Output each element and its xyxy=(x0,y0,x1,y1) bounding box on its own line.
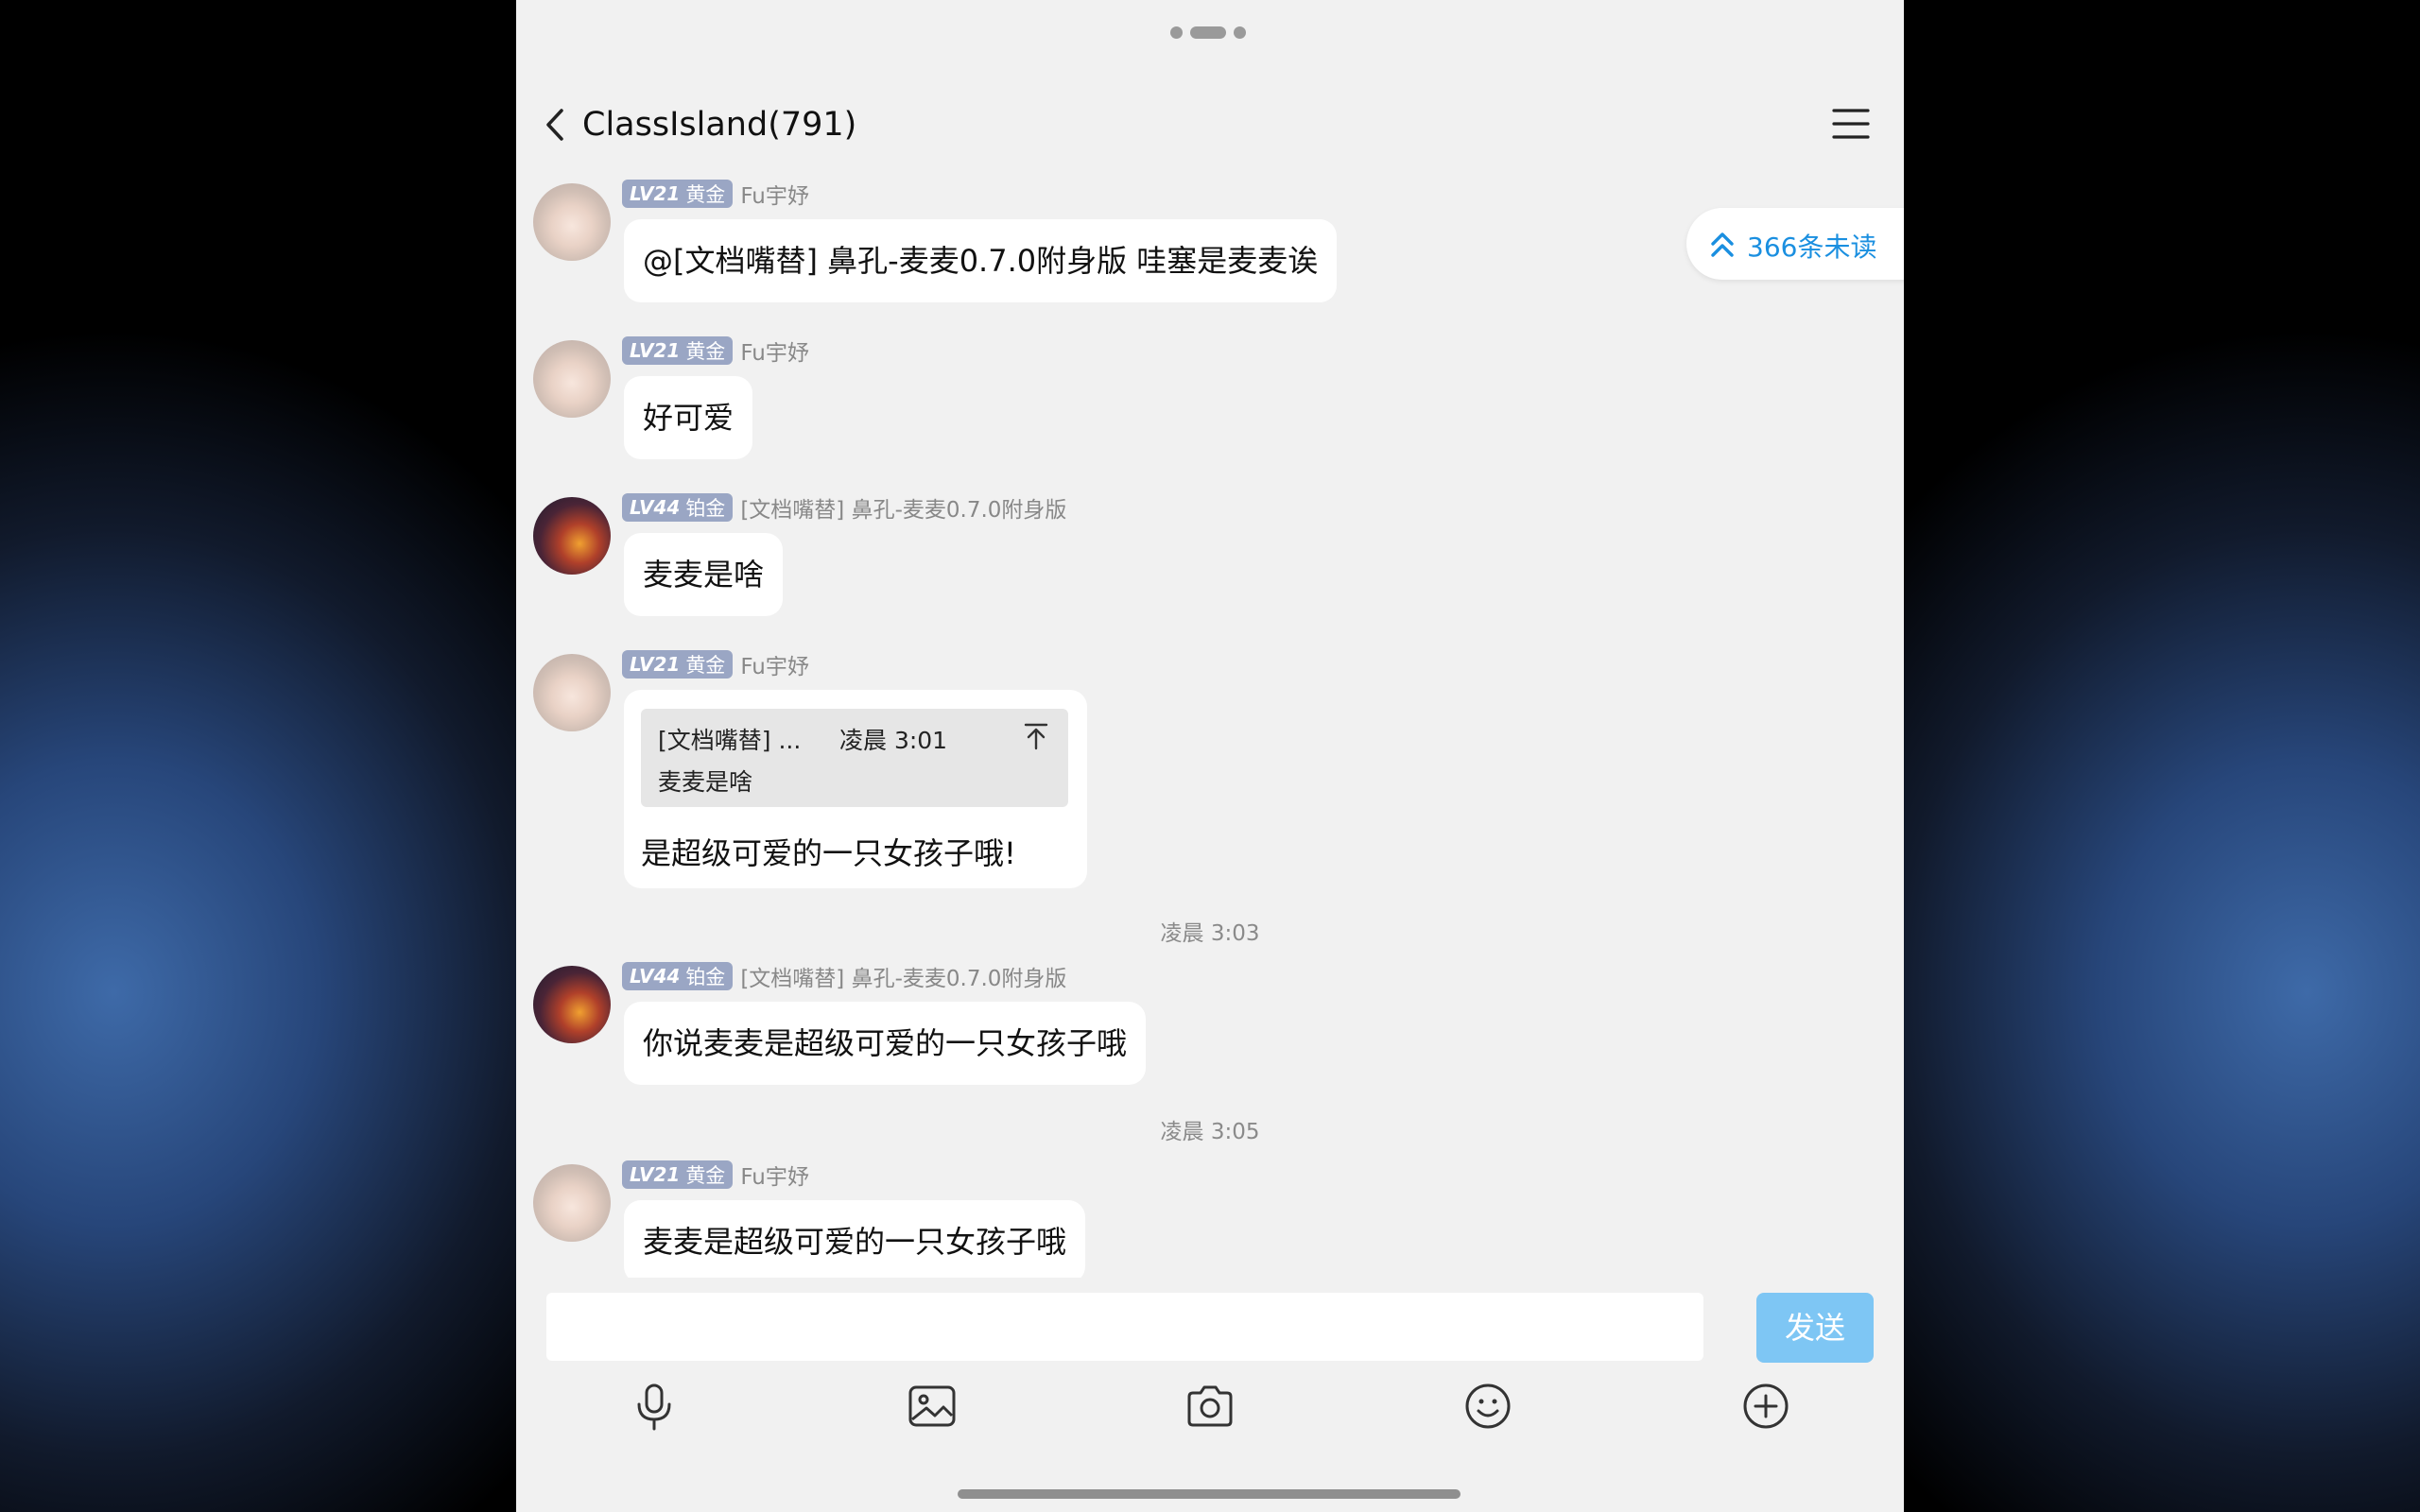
unread-count-label: 366条未读 xyxy=(1747,232,1877,263)
quoted-sender: [文档嘴替] ... xyxy=(658,727,802,754)
sender-name: Fu宇妤 xyxy=(740,1165,809,1190)
reply-text: 是超级可爱的一只女孩子哦! xyxy=(641,835,1016,871)
message-meta: LV44 铂金 [文档嘴替] 鼻孔-麦麦0.7.0附身版 xyxy=(622,960,1066,992)
message-list[interactable]: LV21 黄金 Fu宇妤 @[文档嘴替] 鼻孔-麦麦0.7.0附身版 哇塞是麦麦诶… xyxy=(516,170,1904,1278)
timestamp: 凌晨 3:03 xyxy=(1160,921,1260,946)
send-button[interactable]: 发送 xyxy=(1756,1293,1874,1363)
avatar[interactable] xyxy=(533,183,611,261)
level-badge: LV21 黄金 xyxy=(622,1160,734,1189)
message-meta: LV21 黄金 Fu宇妤 xyxy=(622,335,809,367)
wallpaper-right xyxy=(1904,0,2420,1512)
avatar[interactable] xyxy=(533,654,611,731)
composer: 发送 xyxy=(516,1278,1904,1512)
quoted-text: 麦麦是啥 xyxy=(658,768,753,796)
avatar[interactable] xyxy=(533,1164,611,1242)
message-meta: LV21 黄金 Fu宇妤 xyxy=(622,178,809,210)
message-bubble[interactable]: 麦麦是超级可爱的一只女孩子哦 xyxy=(624,1200,1086,1278)
sender-name: Fu宇妤 xyxy=(740,184,809,209)
message-meta: LV21 黄金 Fu宇妤 xyxy=(622,1159,809,1191)
message-meta: LV44 铂金 [文档嘴替] 鼻孔-麦麦0.7.0附身版 xyxy=(622,491,1066,524)
message-bubble[interactable]: 好可爱 xyxy=(624,376,753,459)
chat-header: ClassIsland(791) xyxy=(516,94,1904,155)
timestamp: 凌晨 3:05 xyxy=(1160,1120,1260,1144)
jump-to-original-icon[interactable] xyxy=(1023,722,1049,750)
chevron-left-icon[interactable] xyxy=(543,108,571,142)
level-badge: LV21 黄金 xyxy=(622,336,734,365)
camera-icon[interactable] xyxy=(1182,1378,1238,1435)
reply-bubble[interactable]: [文档嘴替] ... 凌晨 3:01 麦麦是啥 是超级可爱的一只女孩子哦! xyxy=(624,690,1087,888)
level-badge: LV21 黄金 xyxy=(622,180,734,208)
level-badge: LV44 铂金 xyxy=(622,493,734,522)
level-badge: LV21 黄金 xyxy=(622,650,734,679)
message-meta: LV21 黄金 Fu宇妤 xyxy=(622,648,809,680)
image-icon[interactable] xyxy=(904,1378,960,1435)
message-bubble[interactable]: 麦麦是啥 xyxy=(624,533,784,616)
double-chevron-up-icon xyxy=(1709,229,1736,259)
chat-title: ClassIsland(791) xyxy=(582,106,857,144)
emoji-icon[interactable] xyxy=(1460,1378,1516,1435)
microphone-icon[interactable] xyxy=(626,1378,683,1435)
wallpaper-left xyxy=(0,0,516,1512)
level-badge: LV44 铂金 xyxy=(622,962,734,990)
plus-circle-icon[interactable] xyxy=(1737,1378,1794,1435)
avatar[interactable] xyxy=(533,497,611,575)
hamburger-menu-icon[interactable] xyxy=(1832,108,1870,140)
sender-name: [文档嘴替] 鼻孔-麦麦0.7.0附身版 xyxy=(740,498,1067,523)
chat-window: ClassIsland(791) LV21 黄金 Fu宇妤 @[文档嘴替] 鼻孔-… xyxy=(516,0,1904,1512)
sender-name: Fu宇妤 xyxy=(740,655,809,679)
avatar[interactable] xyxy=(533,966,611,1043)
home-indicator[interactable] xyxy=(958,1489,1461,1499)
sender-name: [文档嘴替] 鼻孔-麦麦0.7.0附身版 xyxy=(740,967,1067,991)
unread-jump-button[interactable]: 366条未读 xyxy=(1686,208,1904,280)
multitask-handle[interactable] xyxy=(1170,26,1246,39)
message-input[interactable] xyxy=(546,1293,1703,1361)
message-bubble[interactable]: 你说麦麦是超级可爱的一只女孩子哦 xyxy=(624,1002,1147,1085)
avatar[interactable] xyxy=(533,340,611,418)
message-bubble[interactable]: @[文档嘴替] 鼻孔-麦麦0.7.0附身版 哇塞是麦麦诶 xyxy=(624,219,1338,302)
sender-name: Fu宇妤 xyxy=(740,341,809,366)
quoted-message[interactable]: [文档嘴替] ... 凌晨 3:01 麦麦是啥 xyxy=(641,709,1068,807)
quoted-time: 凌晨 3:01 xyxy=(839,727,948,754)
